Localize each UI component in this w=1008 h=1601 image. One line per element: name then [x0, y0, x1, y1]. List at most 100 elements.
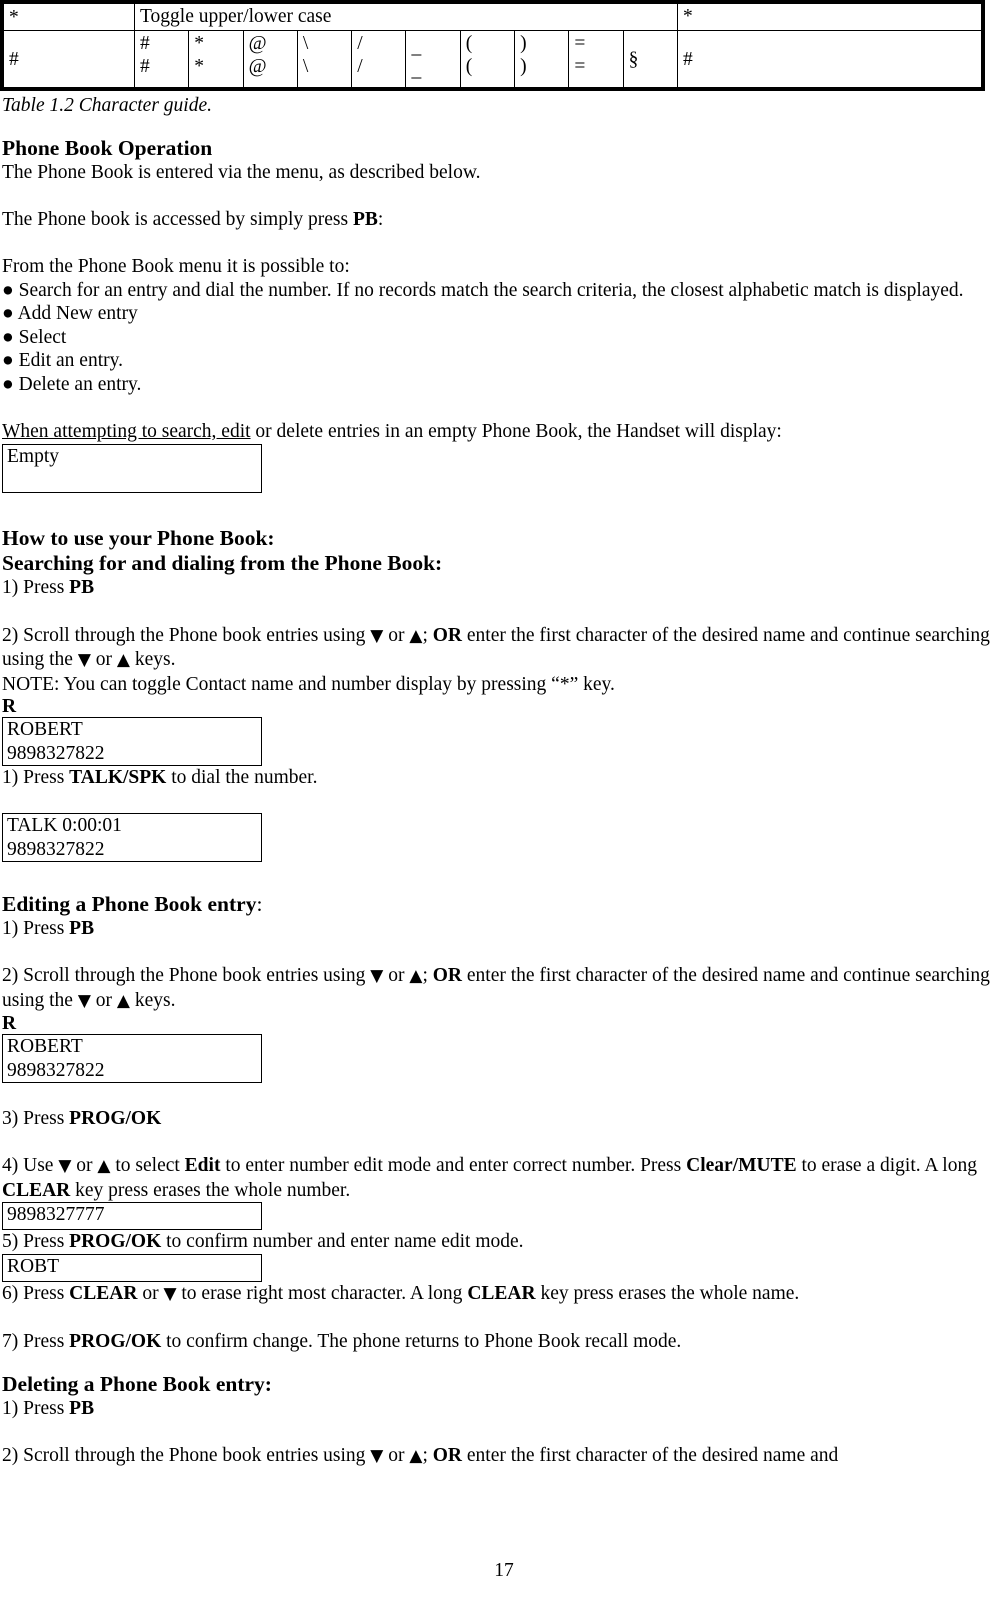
edit-step-1: 1) Press PB — [2, 917, 1008, 941]
key-clear: CLEAR — [467, 1283, 536, 1304]
char-bottom: ) — [520, 56, 527, 77]
lcd-display-empty: Empty — [2, 443, 262, 493]
edit-step-4: 4) Use ▼ or ▲ to select Edit to enter nu… — [2, 1154, 1008, 1202]
key-pb: PB — [352, 208, 378, 230]
step-text: 2) Scroll through the Phone book entries… — [2, 624, 371, 646]
char-top: _ — [411, 37, 422, 58]
char-bottom: = — [574, 56, 586, 77]
list-item: ● Search for an entry and dial the numbe… — [2, 279, 1008, 303]
cell-char-slash: / / — [351, 30, 407, 88]
lcd-line-number: 9898327822 — [7, 839, 105, 861]
access-prefix: The Phone book is accessed by simply pre… — [2, 208, 353, 230]
step-text: ; — [422, 624, 433, 646]
step-text: to erase a digit. A long — [796, 1155, 977, 1177]
heading-deleting-entry: Deleting a Phone Book entry: — [2, 1371, 272, 1396]
char-bottom: \ — [302, 56, 309, 77]
bullet-icon: ● — [2, 373, 14, 395]
cell-body-right: # — [677, 30, 982, 88]
paragraph-empty-note: When attempting to search, edit or delet… — [2, 420, 1008, 444]
cell-char-equals: = = — [568, 30, 624, 88]
arrow-up-icon: ▲ — [409, 625, 423, 646]
heading-phone-book-operation: Phone Book Operation — [2, 135, 213, 160]
char-bottom: _ — [411, 60, 422, 81]
list-item: ● Edit an entry. — [2, 349, 1008, 373]
step-label: 7) Press — [2, 1331, 70, 1353]
edit-step-6: 6) Press CLEAR or ▼ to erase right most … — [2, 1282, 1008, 1307]
lcd-display-edited-name: ROBT — [2, 1254, 262, 1282]
step-label: 5) Press — [2, 1231, 70, 1253]
arrow-down-icon: ▼ — [370, 1445, 384, 1466]
typed-character-r: R — [2, 696, 17, 718]
edit-step-5: 5) Press PROG/OK to confirm number and e… — [2, 1230, 1008, 1254]
table-caption: Table 1.2 Character guide. — [2, 95, 212, 116]
step-text: key press erases the whole name. — [535, 1283, 800, 1304]
list-item-label: Edit an entry. — [18, 350, 123, 372]
step-text: to erase right most character. A long — [176, 1283, 468, 1304]
key-clear: CLEAR — [2, 1179, 71, 1201]
step-text: 2) Scroll through the Phone book entries… — [2, 965, 371, 987]
menu-item-edit: Edit — [184, 1155, 221, 1177]
cell-char-asterisk: * * — [188, 30, 244, 88]
lcd-display-edited-number: 9898327777 — [2, 1202, 262, 1231]
emphasis-or: OR — [432, 1444, 462, 1466]
lcd-line-number: 9898327777 — [7, 1204, 105, 1226]
access-suffix: : — [377, 208, 384, 230]
bullet-icon: ● — [2, 350, 14, 372]
char-top: * — [194, 33, 205, 54]
arrow-down-icon: ▼ — [163, 1284, 177, 1304]
arrow-up-icon: ▲ — [409, 1445, 423, 1466]
step-text: or — [71, 1155, 98, 1177]
list-item: ● Select — [2, 326, 1008, 350]
bullet-icon: ● — [2, 279, 14, 301]
step-label: 3) Press — [2, 1108, 70, 1130]
key-pb: PB — [69, 577, 95, 599]
char-top: # — [140, 33, 150, 54]
typed-character-r: R — [2, 1013, 17, 1035]
heading-editing-entry: Editing a Phone Book entry: — [2, 892, 1008, 917]
heading-text: Editing a Phone Book entry — [2, 892, 257, 917]
step-text: to confirm number and enter name edit mo… — [161, 1231, 524, 1253]
step-text: or — [383, 965, 410, 987]
key-prog-ok: PROG/OK — [69, 1108, 162, 1130]
char-bottom: * — [194, 56, 205, 77]
char-top: @ — [248, 33, 267, 54]
cell-char-hash: # # — [133, 30, 190, 88]
cell-char-close-paren: ) ) — [514, 30, 570, 88]
edit-step-2: 2) Scroll through the Phone book entries… — [2, 964, 1008, 1013]
arrow-up-icon: ▲ — [116, 990, 130, 1011]
delete-step-2: 2) Scroll through the Phone book entries… — [2, 1444, 1008, 1469]
empty-note-rest: or delete entries in an empty Phone Book… — [250, 421, 782, 443]
step-text: or — [383, 1444, 410, 1466]
step-text: key press erases the whole number. — [70, 1179, 351, 1201]
char-top: ) — [520, 33, 527, 54]
heading-colon: : — [256, 892, 263, 917]
char-top: \ — [302, 33, 309, 54]
cell-char-at: @ @ — [242, 30, 298, 88]
lcd-line-status: TALK 0:00:01 — [7, 815, 122, 837]
char-top: / — [357, 33, 363, 54]
char-bottom: / — [357, 56, 363, 77]
arrow-up-icon: ▲ — [409, 966, 423, 987]
arrow-up-icon: ▲ — [116, 650, 130, 671]
step-text: ; — [422, 965, 433, 987]
heading-how-to-use: How to use your Phone Book: — [2, 526, 275, 551]
list-item-label: Select — [18, 326, 67, 348]
step-1-search: 1) Press PB — [2, 576, 1008, 600]
cell-body-left: # — [3, 30, 135, 88]
table-row: # # # * * @ @ \ \ / / _ _ (()) = = § … — [3, 30, 982, 88]
step-label: 1) Press — [2, 1397, 70, 1419]
note-toggle-display: NOTE: You can toggle Contact name and nu… — [2, 673, 615, 695]
key-talk-spk: TALK/SPK — [69, 767, 167, 789]
step-text: or — [90, 989, 117, 1011]
cell-header-merged: Toggle upper/lower case — [134, 3, 678, 31]
step-text: 2) Scroll through the Phone book entries… — [2, 1444, 371, 1466]
key-prog-ok: PROG/OK — [69, 1231, 162, 1253]
arrow-down-icon: ▼ — [77, 990, 91, 1011]
key-clear: CLEAR — [69, 1283, 138, 1304]
lcd-display-robert-edit: ROBERT 9898327822 — [2, 1034, 262, 1084]
empty-note-underlined: When attempting to search, edit — [2, 421, 251, 443]
